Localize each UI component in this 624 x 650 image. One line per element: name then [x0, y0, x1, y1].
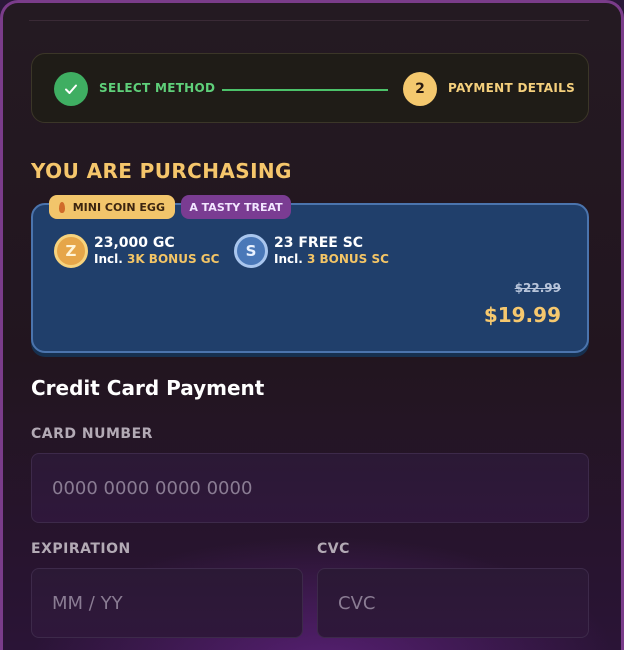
sweeps-coin-icon: S [234, 234, 268, 268]
step-2-number: 2 [403, 72, 437, 106]
egg-icon [59, 201, 65, 213]
expiration-label: EXPIRATION [31, 541, 131, 557]
cvc-label: CVC [317, 541, 350, 557]
purchasing-heading: YOU ARE PURCHASING [31, 159, 292, 183]
gold-coin-bonus-value: 3K BONUS GC [126, 252, 220, 266]
payment-panel: SELECT METHOD 2 PAYMENT DETAILS YOU ARE … [0, 0, 624, 650]
step-complete-check-icon[interactable] [54, 72, 88, 106]
cvc-input[interactable] [317, 568, 589, 638]
divider [29, 20, 589, 21]
expiration-input[interactable] [31, 568, 303, 638]
step-connector-line [222, 89, 388, 91]
sweeps-coin-bonus: Incl. 3 BONUS SC [274, 252, 389, 266]
original-price: $22.99 [514, 281, 561, 295]
sweeps-coin-bonus-value: 3 BONUS SC [306, 252, 389, 266]
card-number-input[interactable] [31, 453, 589, 523]
sweeps-coin-amount: 23 FREE SC [274, 235, 364, 251]
gold-coin-bonus: Incl. 3K BONUS GC [94, 252, 219, 266]
product-name-badge: MINI COIN EGG [49, 195, 175, 219]
gold-coin-icon: Z [54, 234, 88, 268]
product-name: MINI COIN EGG [72, 200, 165, 214]
sale-price: $19.99 [483, 303, 561, 327]
package-card [31, 203, 589, 353]
card-number-label: CARD NUMBER [31, 426, 153, 442]
gold-coin-bonus-prefix: Incl. [94, 252, 123, 266]
gold-coin-amount: 23,000 GC [94, 235, 175, 251]
credit-card-payment-title: Credit Card Payment [31, 376, 265, 400]
checkout-stepper: SELECT METHOD 2 PAYMENT DETAILS [31, 53, 589, 123]
product-tag-badge: A TASTY TREAT [181, 195, 291, 219]
sweeps-coin-bonus-prefix: Incl. [274, 252, 303, 266]
step-select-method-label[interactable]: SELECT METHOD [99, 81, 215, 95]
step-payment-details-label: PAYMENT DETAILS [448, 81, 576, 95]
